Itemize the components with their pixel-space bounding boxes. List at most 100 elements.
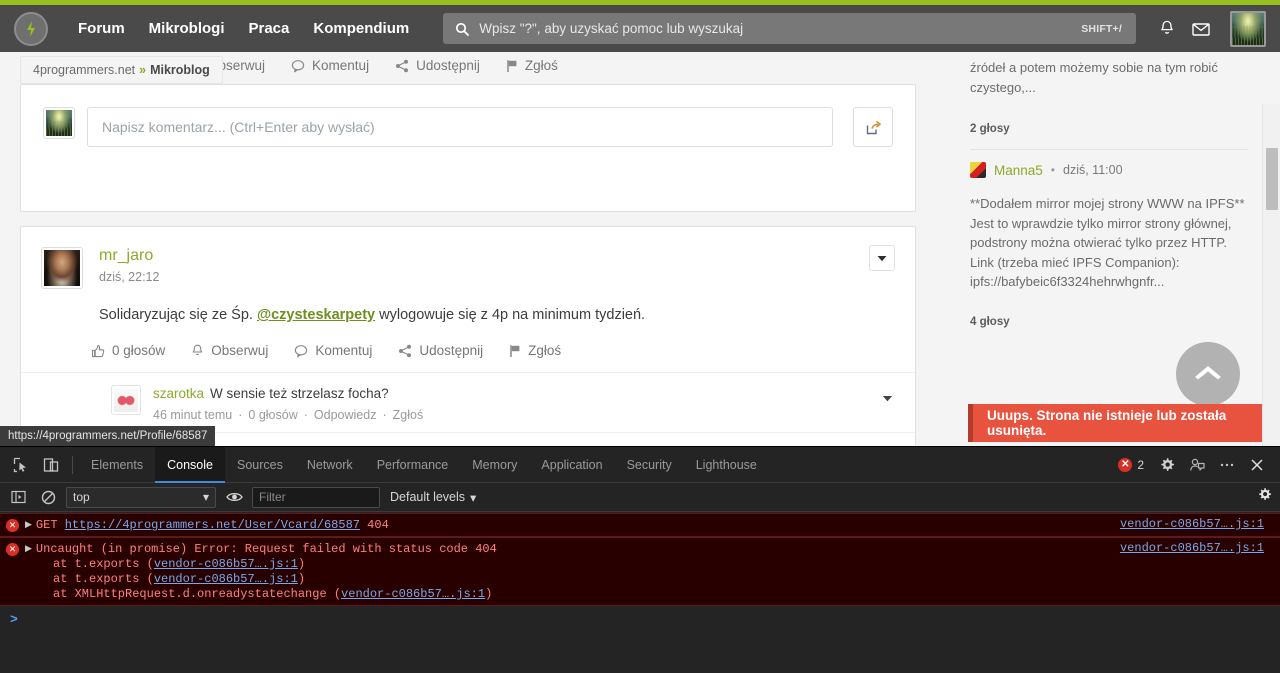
flag-icon	[507, 59, 517, 72]
4programmers-logo-icon[interactable]	[14, 11, 48, 46]
device-toolbar-icon[interactable]	[36, 451, 66, 479]
console-error-row[interactable]: ✕ ▶ GET https://4programmers.net/User/Vc…	[0, 513, 1280, 537]
external-share-icon[interactable]	[853, 107, 893, 147]
console-filter-placeholder: Filter	[259, 490, 286, 504]
clear-console-icon[interactable]	[36, 486, 60, 508]
list-item: szarotka W sensie też strzelasz focha? 46…	[21, 372, 915, 431]
share-icon	[396, 59, 409, 72]
nav-link-praca[interactable]: Praca	[237, 20, 302, 37]
bell-icon[interactable]	[1150, 12, 1184, 46]
tab-performance[interactable]: Performance	[365, 447, 461, 483]
chevron-down-icon[interactable]	[882, 389, 893, 407]
sidebar-entry-2-author-link[interactable]: Manna5	[994, 163, 1043, 178]
page-scrollbar-thumb[interactable]	[1266, 148, 1278, 210]
envelope-icon[interactable]	[1184, 12, 1218, 46]
post-action-obserwuj[interactable]: Obserwuj	[191, 343, 268, 358]
live-expression-icon[interactable]	[222, 486, 246, 508]
chevron-down-icon: ▾	[470, 490, 477, 505]
post-action-votes[interactable]: 0 głosów	[91, 343, 165, 358]
stack-frame: at t.exports (vendor-c086b57….js:1)	[0, 572, 1280, 587]
search-icon	[455, 22, 470, 36]
post-action-komentuj[interactable]: Komentuj	[294, 343, 372, 358]
console-error-row[interactable]: ✕ ▶ Uncaught (in promise) Error: Request…	[0, 537, 1280, 606]
console-settings-icon[interactable]	[1257, 487, 1272, 507]
close-icon[interactable]	[1244, 452, 1270, 478]
console-sidebar-icon[interactable]	[6, 486, 30, 508]
user-feedback-icon[interactable]	[1184, 452, 1210, 478]
tab-lighthouse[interactable]: Lighthouse	[684, 447, 769, 483]
error-count-badge[interactable]: ✕ 2	[1118, 457, 1144, 472]
nav-link-forum[interactable]: Forum	[66, 20, 137, 37]
post-body: Solidaryzując się ze Śp. @czysteskarpety…	[99, 305, 915, 325]
console-filter-input[interactable]: Filter	[252, 486, 380, 508]
console-row-content: ✕ ▶ Uncaught (in promise) Error: Request…	[0, 541, 1280, 557]
avatar[interactable]	[970, 162, 986, 178]
post-author-link[interactable]: mr_jaro	[99, 247, 159, 265]
comment-reply-link[interactable]: Odpowiedz	[314, 408, 377, 422]
flag-icon	[510, 344, 520, 357]
stack-frame-text: at t.exports (	[53, 572, 154, 586]
post-timestamp: dziś, 22:12	[99, 270, 160, 284]
avatar[interactable]	[1230, 10, 1266, 47]
console-output[interactable]: ✕ ▶ GET https://4programmers.net/User/Vc…	[0, 513, 1280, 673]
avatar[interactable]	[43, 107, 75, 139]
settings-gear-icon[interactable]	[1154, 452, 1180, 478]
sidebar-entry-2-header: Manna5 • dziś, 11:00	[956, 150, 1262, 178]
post-komentuj-label: Komentuj	[315, 343, 373, 359]
comment-meta: 46 minut temu · 0 głosów · Odpowiedz · Zgłoś	[153, 407, 424, 422]
console-source-link[interactable]: vendor-c086b57….js:1	[1120, 541, 1264, 555]
tab-memory[interactable]: Memory	[460, 447, 529, 483]
stack-frame-link[interactable]: vendor-c086b57….js:1	[154, 572, 298, 586]
screen: Forum Mikroblogi Praca Kompendium Wpisz …	[0, 0, 1280, 673]
avatar[interactable]	[111, 385, 141, 416]
console-prompt[interactable]: >	[0, 606, 1280, 627]
console-row-content: ✕ ▶ GET https://4programmers.net/User/Vc…	[0, 517, 1280, 533]
sidebar-entry-2-dot: •	[1050, 163, 1055, 177]
thumbs-up-icon	[91, 344, 105, 357]
stack-frame: at t.exports (vendor-c086b57….js:1)	[0, 557, 1280, 572]
top-action-udostepnij[interactable]: Udostępnij	[395, 58, 480, 73]
breadcrumb-site[interactable]: 4programmers.net	[33, 63, 135, 77]
nav-link-mikroblogi[interactable]: Mikroblogi	[137, 20, 237, 37]
console-url-link[interactable]: https://4programmers.net/User/Vcard/6858…	[65, 518, 360, 532]
breadcrumb-separator: »	[139, 63, 147, 77]
search-input[interactable]: Wpisz "?", aby uzyskać pomoc lub wyszuka…	[443, 13, 1136, 44]
tab-security[interactable]: Security	[615, 447, 684, 483]
tab-sources[interactable]: Sources	[225, 447, 295, 483]
comment-input[interactable]: Napisz komentarz... (Ctrl+Enter aby wysł…	[87, 107, 833, 147]
post-votes-label: 0 głosów	[112, 343, 166, 359]
page-scrollbar[interactable]	[1262, 104, 1280, 446]
top-action-komentuj[interactable]: Komentuj	[291, 58, 369, 73]
tab-elements[interactable]: Elements	[79, 447, 155, 483]
avatar[interactable]	[41, 247, 83, 289]
console-levels-dropdown[interactable]: Default levels ▾	[390, 490, 476, 505]
comment-author-link[interactable]: szarotka	[153, 386, 204, 401]
post-action-zglos[interactable]: Zgłoś	[509, 343, 561, 358]
console-context-select[interactable]: top ▾	[66, 486, 216, 508]
scroll-to-top-button[interactable]	[1176, 342, 1240, 406]
expand-triangle-icon[interactable]: ▶	[25, 520, 32, 530]
nav-link-kompendium[interactable]: Kompendium	[301, 20, 421, 37]
post-mention-link[interactable]: @czysteskarpety	[257, 307, 375, 323]
devtools-tabbar: Elements Console Sources Network Perform…	[0, 446, 1280, 483]
inspect-element-icon[interactable]	[6, 451, 36, 479]
comment-composer-card: Napisz komentarz... (Ctrl+Enter aby wysł…	[20, 84, 916, 212]
sidebar-entry-1-votes: 2 głosy	[970, 123, 1010, 135]
tab-application[interactable]: Application	[529, 447, 614, 483]
stack-frame-link[interactable]: vendor-c086b57….js:1	[154, 557, 298, 571]
stack-frame-link[interactable]: vendor-c086b57….js:1	[341, 587, 485, 601]
breadcrumb[interactable]: 4programmers.net » Mikroblog	[20, 56, 223, 84]
post-obserwuj-label: Obserwuj	[211, 343, 269, 359]
post-action-udostepnij[interactable]: Udostępnij	[398, 343, 483, 358]
chevron-down-icon[interactable]	[869, 245, 895, 271]
tab-console[interactable]: Console	[155, 446, 225, 483]
tab-network[interactable]: Network	[295, 447, 365, 483]
console-source-link[interactable]: vendor-c086b57….js:1	[1120, 517, 1264, 531]
top-action-zglos[interactable]: Zgłoś	[506, 58, 558, 73]
stack-frame-text: at XMLHttpRequest.d.onreadystatechange (	[53, 587, 342, 601]
error-toast[interactable]: Uuups. Strona nie istnieje lub została u…	[968, 404, 1262, 442]
more-options-icon[interactable]	[1214, 452, 1240, 478]
expand-triangle-icon[interactable]: ▶	[25, 544, 32, 554]
comment-report-link[interactable]: Zgłoś	[393, 408, 424, 422]
divider	[72, 455, 73, 474]
